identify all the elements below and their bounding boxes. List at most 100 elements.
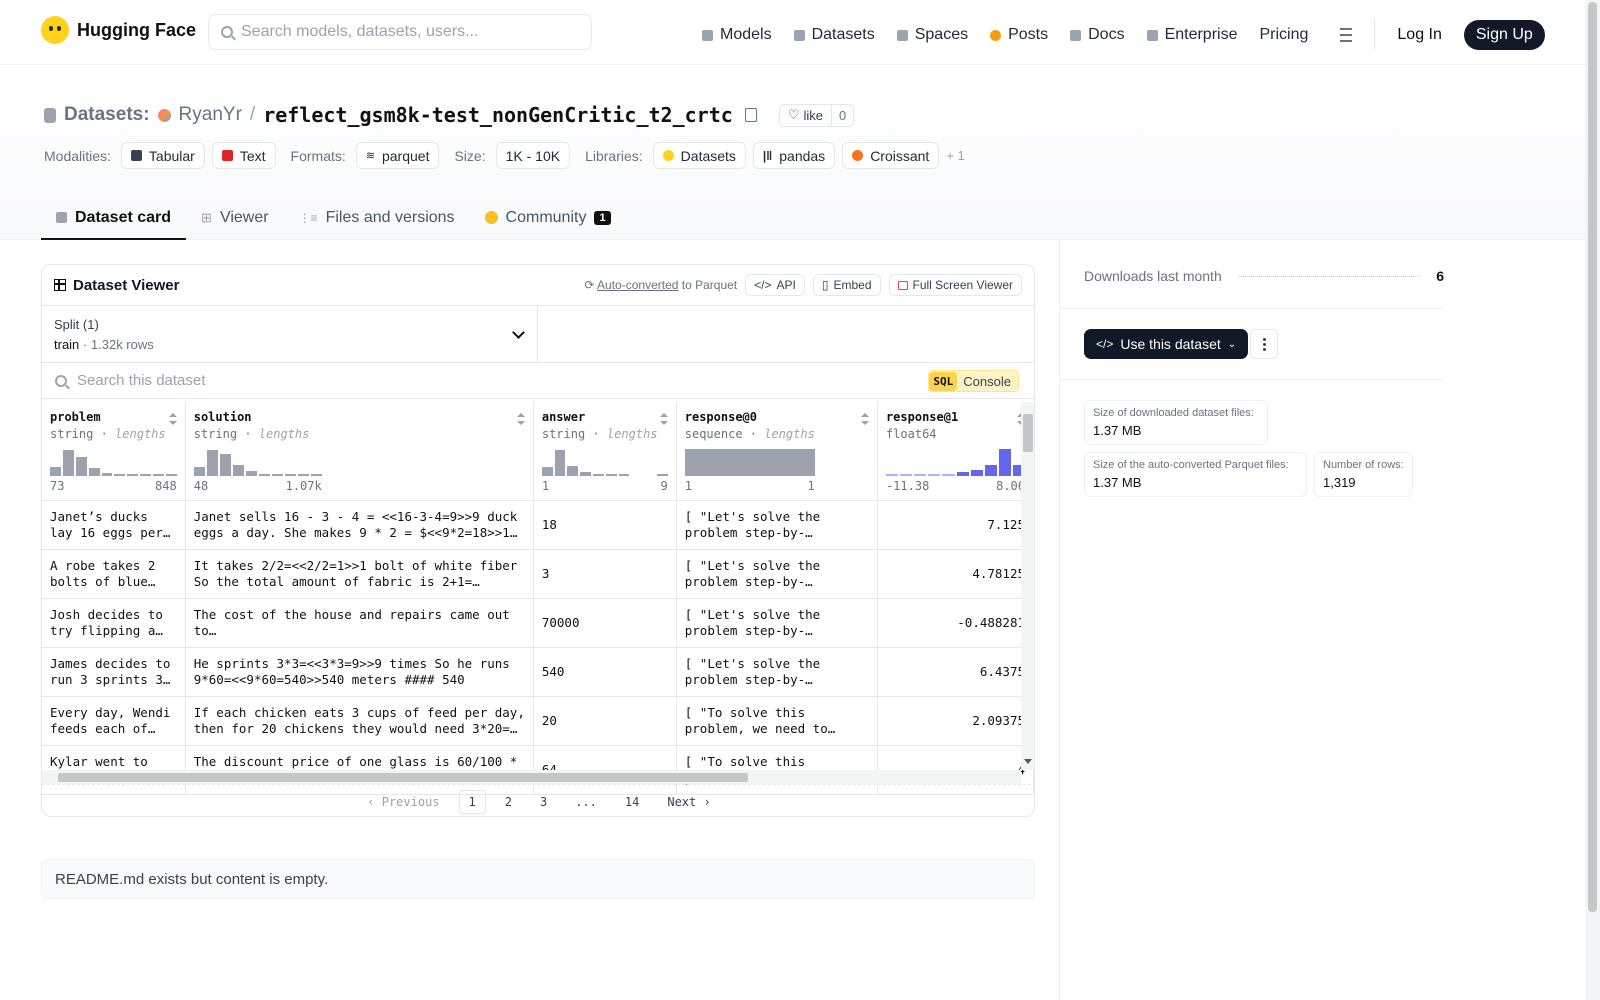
cell-problem[interactable]: James decides to run 3 sprints 3 times a… bbox=[42, 647, 186, 697]
sort-icon[interactable] bbox=[860, 413, 869, 425]
histogram-bar bbox=[101, 472, 113, 476]
nav-spaces[interactable]: Spaces bbox=[896, 26, 968, 44]
tab-viewer[interactable]: ⊞ Viewer bbox=[186, 195, 284, 240]
table-row[interactable]: Josh decides to try flipping a house. He… bbox=[42, 598, 1034, 648]
nav-docs[interactable]: Docs bbox=[1070, 26, 1125, 44]
full-screen-button[interactable]: Full Screen Viewer bbox=[888, 274, 1022, 296]
histogram-bar bbox=[310, 474, 322, 476]
tab-files[interactable]: ⋮≡ Files and versions bbox=[284, 195, 470, 240]
dataset-tabs: Dataset card ⊞ Viewer ⋮≡ Files and version… bbox=[41, 195, 626, 240]
more-libraries[interactable]: + 1 bbox=[946, 148, 964, 163]
column-header-solution[interactable]: solution string · lengths 48 1.07k bbox=[185, 402, 534, 501]
histogram-bar bbox=[970, 470, 983, 476]
cell-answer[interactable]: 18 bbox=[533, 500, 677, 550]
column-header-answer[interactable]: answer string · lengths 19 bbox=[533, 402, 677, 501]
sort-icon[interactable] bbox=[516, 413, 525, 425]
cell-solution[interactable]: It takes 2/2=<<2/2=1>>1 bolt of white fi… bbox=[185, 549, 534, 599]
nav-datasets[interactable]: Datasets bbox=[793, 26, 875, 44]
tag-text[interactable]: Text bbox=[211, 142, 276, 169]
table-row[interactable]: Every day, Wendi feeds each of her chick… bbox=[42, 696, 1034, 746]
dataset-search-input[interactable]: Search this dataset SQL Console bbox=[42, 363, 1034, 399]
histogram-bar bbox=[885, 474, 899, 476]
histogram-bar bbox=[956, 472, 969, 476]
sql-console-button[interactable]: SQL Console bbox=[928, 370, 1019, 392]
signup-button[interactable]: Sign Up bbox=[1463, 20, 1545, 50]
histogram-bar bbox=[554, 450, 566, 476]
split-selector[interactable]: Split (1) train · 1.32k rows bbox=[42, 306, 538, 362]
table-row[interactable]: James decides to run 3 sprints 3 times a… bbox=[42, 647, 1034, 697]
cell-solution[interactable]: The cost of the house and repairs came o… bbox=[185, 598, 534, 648]
table-horizontal-scrollbar[interactable] bbox=[42, 770, 1021, 784]
table-row[interactable]: Janet’s ducks lay 16 eggs per day. She e… bbox=[42, 500, 1034, 550]
column-header-response0[interactable]: response@0 sequence · lengths 11 bbox=[676, 402, 878, 501]
cell-problem[interactable]: A robe takes 2 bolts of blue fiber and h… bbox=[42, 549, 186, 599]
histogram-bar bbox=[900, 474, 913, 476]
nav-enterprise[interactable]: Enterprise bbox=[1146, 26, 1237, 44]
more-menu-icon[interactable] bbox=[1330, 28, 1353, 42]
cell-problem[interactable]: Every day, Wendi feeds each of her chick… bbox=[42, 696, 186, 746]
cell-response0[interactable]: [ "Let's solve the problem step-by-step.… bbox=[676, 647, 878, 697]
tag-pandas[interactable]: |‖ pandas bbox=[752, 142, 836, 169]
cell-response0[interactable]: [ "Let's solve the problem step-by-step.… bbox=[676, 598, 878, 648]
page-3-button[interactable]: 3 bbox=[531, 791, 556, 813]
histogram-bar bbox=[219, 454, 231, 476]
cell-problem[interactable]: Josh decides to try flipping a house. He… bbox=[42, 598, 186, 648]
cell-response0[interactable]: [ "Let's solve the problem step-by-step:… bbox=[676, 500, 878, 550]
cell-response0[interactable]: [ "Let's solve the problem step-by-step.… bbox=[676, 549, 878, 599]
tag-size[interactable]: 1K - 10K bbox=[495, 142, 571, 169]
table-row[interactable]: A robe takes 2 bolts of blue fiber and h… bbox=[42, 549, 1034, 599]
nav-posts[interactable]: Posts bbox=[990, 26, 1048, 44]
cell-response1[interactable]: -0.488281 bbox=[877, 598, 1034, 648]
cell-response0[interactable]: [ "To solve this problem, we need to det… bbox=[676, 696, 878, 746]
datasets-label[interactable]: Datasets: bbox=[64, 104, 150, 126]
tag-tabular[interactable]: Tabular bbox=[120, 142, 205, 169]
copy-icon[interactable] bbox=[744, 108, 757, 122]
page-1-button[interactable]: 1 bbox=[458, 789, 486, 814]
page-2-button[interactable]: 2 bbox=[496, 791, 521, 813]
sort-icon[interactable] bbox=[168, 413, 177, 425]
length-bar bbox=[684, 449, 815, 476]
cell-answer[interactable]: 70000 bbox=[533, 598, 677, 648]
sort-icon[interactable] bbox=[659, 413, 668, 425]
embed-button[interactable]: ▯ Embed bbox=[812, 274, 881, 296]
table-vertical-scrollbar[interactable] bbox=[1021, 402, 1034, 770]
global-search-input[interactable]: Search models, datasets, users... bbox=[208, 14, 592, 50]
cell-solution[interactable]: He sprints 3*3=<<3*3=9>>9 times So he ru… bbox=[185, 647, 534, 697]
cell-answer[interactable]: 540 bbox=[533, 647, 677, 697]
tag-datasets-lib[interactable]: Datasets bbox=[652, 142, 746, 169]
cell-solution[interactable]: If each chicken eats 3 cups of feed per … bbox=[185, 696, 534, 746]
cell-answer[interactable]: 20 bbox=[533, 696, 677, 746]
more-options-button[interactable] bbox=[1250, 329, 1278, 359]
formats-label: Formats: bbox=[290, 147, 346, 164]
cell-response1[interactable]: 7.125 bbox=[877, 500, 1034, 550]
tab-community[interactable]: Community 1 bbox=[470, 195, 626, 240]
nav-pricing[interactable]: Pricing bbox=[1259, 26, 1308, 44]
cell-response1[interactable]: 6.4375 bbox=[877, 647, 1034, 697]
files-icon: ⋮≡ bbox=[298, 210, 318, 225]
api-button[interactable]: </> API bbox=[745, 274, 805, 296]
login-link[interactable]: Log In bbox=[1397, 26, 1441, 44]
cell-answer[interactable]: 3 bbox=[533, 549, 677, 599]
dataset-owner-link[interactable]: RyanYr bbox=[179, 104, 242, 126]
column-header-response1[interactable]: response@1 float64 -11.38 8.06 bbox=[877, 402, 1034, 501]
split-label: Split (1) bbox=[54, 317, 99, 332]
tab-dataset-card[interactable]: Dataset card bbox=[41, 195, 187, 240]
nav-models[interactable]: Models bbox=[702, 26, 772, 44]
cell-response1[interactable]: 4.78125 bbox=[877, 549, 1034, 599]
home-logo-link[interactable]: Hugging Face bbox=[41, 16, 196, 44]
prev-page-button[interactable]: ‹ Previous bbox=[358, 791, 448, 813]
column-header-problem[interactable]: problem string · lengths 73 848 bbox=[42, 402, 186, 501]
page-scrollbar[interactable] bbox=[1585, 0, 1600, 1000]
cell-response1[interactable]: 2.09375 bbox=[877, 696, 1034, 746]
use-dataset-button[interactable]: </> Use this dataset ⌄ bbox=[1084, 329, 1249, 359]
like-button[interactable]: ♡ like 0 bbox=[778, 103, 855, 127]
cell-solution[interactable]: Janet sells 16 - 3 - 4 = <<16-3-4=9>>9 d… bbox=[185, 500, 534, 550]
tag-parquet[interactable]: ≋ parquet bbox=[355, 142, 440, 169]
dataset-name[interactable]: reflect_gsm8k-test_nonGenCritic_t2_crtc bbox=[263, 103, 733, 127]
auto-converted-link[interactable]: ⟳ Auto-converted to Parquet bbox=[584, 278, 737, 292]
page-14-button[interactable]: 14 bbox=[616, 791, 648, 813]
table-icon: ⊞ bbox=[201, 209, 212, 225]
cell-problem[interactable]: Janet’s ducks lay 16 eggs per day. She e… bbox=[42, 500, 186, 550]
tag-croissant[interactable]: Croissant bbox=[842, 142, 940, 169]
next-page-button[interactable]: Next › bbox=[658, 791, 719, 813]
